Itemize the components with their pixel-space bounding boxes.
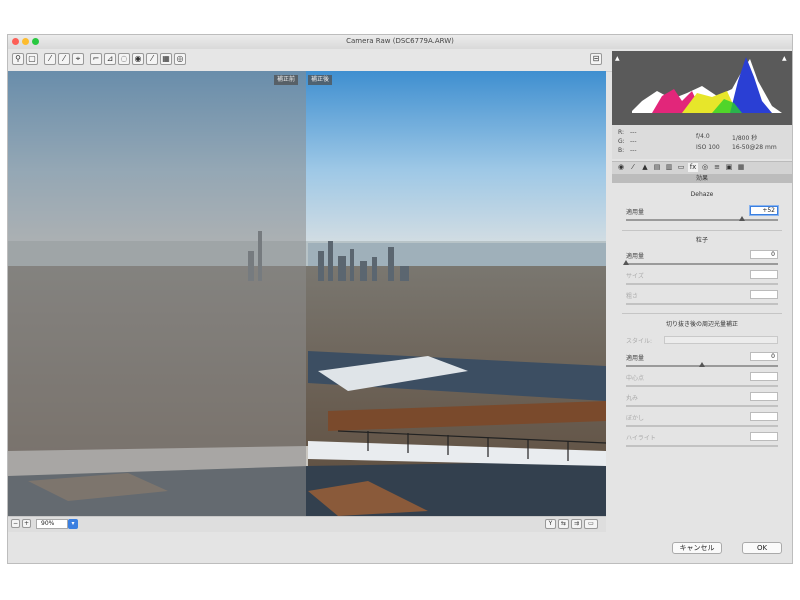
divider [622, 230, 782, 231]
dehaze-amount-label: 適用量 [626, 209, 645, 216]
radial-filter-icon[interactable]: ◎ [174, 53, 186, 65]
before-label: 補正前 [274, 75, 299, 85]
b-value: --- [630, 147, 637, 154]
hand-tool-icon[interactable]: ▢ [26, 53, 38, 65]
tab-presets-icon[interactable]: ≡ [712, 163, 722, 172]
crop-tool-icon[interactable]: ⌐ [90, 53, 102, 65]
vignette-midpoint-slider[interactable] [626, 385, 778, 387]
adjustment-brush-icon[interactable]: ⁄ [146, 53, 158, 65]
grain-size-label: サイズ [626, 273, 644, 280]
aperture-value: f/4.0 [696, 133, 710, 140]
tab-extra-icon[interactable]: ▦ [736, 163, 746, 172]
preferences-icon[interactable]: ⊟ [590, 53, 602, 65]
vignette-highlights-input[interactable] [750, 432, 778, 441]
vignette-feather-slider[interactable] [626, 425, 778, 427]
zoom-in-button[interactable]: + [22, 519, 31, 528]
svg-text:▲: ▲ [782, 55, 787, 62]
grain-amount-label: 適用量 [626, 253, 645, 260]
ok-button[interactable]: OK [742, 542, 782, 554]
panel-tabs: ◉ ⁄ ▲ ▤ ▥ ▭ fx ◎ ≡ ▣ ▦ [612, 161, 792, 175]
vignette-roundness-slider[interactable] [626, 405, 778, 407]
swap-before-after-icon[interactable]: ⇆ [558, 519, 569, 529]
copy-settings-icon[interactable]: ⇉ [571, 519, 582, 529]
g-label: G: [618, 138, 625, 145]
aerial-city-photo [8, 71, 606, 516]
vignette-highlights-slider[interactable] [626, 445, 778, 447]
vignette-roundness-input[interactable] [750, 392, 778, 401]
grain-size-input[interactable] [750, 270, 778, 279]
adjustment-panel: ▲ ▲ R: --- G: --- B: --- f/4.0 1/800 秒 I… [612, 51, 792, 547]
image-preview[interactable]: 補正前 補正後 [8, 71, 606, 516]
tab-snapshots-icon[interactable]: ▣ [724, 163, 734, 172]
vignette-amount-label: 適用量 [626, 355, 645, 362]
tab-effects-icon[interactable]: fx [688, 163, 698, 172]
tab-split-toning-icon[interactable]: ▥ [664, 163, 674, 172]
dehaze-amount-input[interactable]: +52 [750, 206, 778, 215]
toggle-settings-icon[interactable]: ▭ [584, 519, 598, 529]
grain-roughness-label: 粗さ [626, 293, 639, 300]
vignette-amount-slider[interactable] [626, 362, 778, 367]
targeted-adjust-tool-icon[interactable]: ⌖ [72, 53, 84, 65]
vignette-feather-input[interactable] [750, 412, 778, 421]
histogram: ▲ ▲ [612, 51, 792, 125]
r-label: R: [618, 129, 625, 136]
image-info: R: --- G: --- B: --- f/4.0 1/800 秒 ISO 1… [612, 125, 792, 159]
histogram-graph: ▲ ▲ [612, 51, 792, 125]
red-eye-tool-icon[interactable]: ◉ [132, 53, 144, 65]
tab-detail-icon[interactable]: ▲ [640, 163, 650, 172]
title-bar: Camera Raw (DSC6779A.ARW) [8, 35, 792, 50]
grain-amount-knob[interactable] [623, 260, 629, 265]
vignette-amount-knob[interactable] [699, 362, 705, 367]
tab-tone-curve-icon[interactable]: ⁄ [628, 163, 638, 172]
vignette-roundness-label: 丸み [626, 395, 639, 402]
dehaze-group-title: Dehaze [690, 191, 714, 198]
vignette-highlights-label: ハイライト [626, 435, 656, 442]
vignette-amount-input[interactable]: 0 [750, 352, 778, 361]
tab-camera-calibration-icon[interactable]: ◎ [700, 163, 710, 172]
vignette-midpoint-input[interactable] [750, 372, 778, 381]
shutter-value: 1/800 秒 [732, 135, 758, 142]
zoom-tool-icon[interactable]: ⚲ [12, 53, 24, 65]
cancel-button[interactable]: キャンセル [672, 542, 722, 554]
camera-raw-window: Camera Raw (DSC6779A.ARW) ⚲ ▢ ⁄ ⁄ ⌖ ⌐ ⊿ … [7, 34, 793, 564]
grain-amount-slider[interactable] [623, 260, 778, 265]
svg-text:▲: ▲ [615, 55, 620, 62]
toggle-view-icon[interactable]: Y [545, 519, 556, 529]
zoom-out-button[interactable]: − [11, 519, 20, 528]
straighten-tool-icon[interactable]: ⊿ [104, 53, 116, 65]
grain-roughness-slider[interactable] [626, 303, 778, 305]
white-balance-tool-icon[interactable]: ⁄ [44, 53, 56, 65]
grain-group-title: 粒子 [695, 237, 708, 244]
lens-value: 16-50@28 mm [732, 144, 777, 151]
r-value: --- [630, 129, 637, 136]
section-title: 効果 [612, 174, 792, 183]
grain-size-slider[interactable] [626, 283, 778, 285]
after-label: 補正後 [308, 75, 333, 85]
tab-hsl-icon[interactable]: ▤ [652, 163, 662, 172]
grain-roughness-input[interactable] [750, 290, 778, 299]
grain-amount-input[interactable]: 0 [750, 250, 778, 259]
tab-basic-icon[interactable]: ◉ [616, 163, 626, 172]
vignette-style-label: スタイル: [626, 338, 653, 345]
dehaze-amount-slider[interactable] [626, 216, 778, 221]
vignette-group-title: 切り抜き後の周辺光量補正 [665, 321, 738, 328]
color-sampler-tool-icon[interactable]: ⁄ [58, 53, 70, 65]
window-title: Camera Raw (DSC6779A.ARW) [346, 37, 454, 45]
tab-lens-icon[interactable]: ▭ [676, 163, 686, 172]
b-label: B: [618, 147, 625, 154]
graduated-filter-icon[interactable]: ▦ [160, 53, 172, 65]
zoom-menu-chevron-icon[interactable]: ▾ [68, 519, 78, 529]
vignette-feather-label: ぼかし [626, 415, 645, 422]
divider [622, 313, 782, 314]
zoom-level-field[interactable]: 90% [36, 519, 68, 529]
vignette-midpoint-label: 中心点 [626, 375, 645, 382]
g-value: --- [630, 138, 637, 145]
spot-removal-tool-icon[interactable]: ◌ [118, 53, 130, 65]
iso-value: ISO 100 [696, 144, 720, 151]
vignette-style-select[interactable] [664, 336, 778, 344]
status-bar: − + 90% ▾ Y ⇆ ⇉ ▭ [8, 516, 606, 532]
dehaze-amount-knob[interactable] [738, 216, 745, 221]
